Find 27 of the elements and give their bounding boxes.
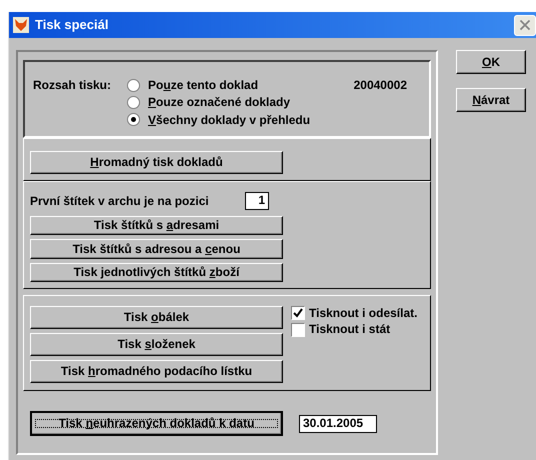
radio-label[interactable]: Pouze označené doklady	[148, 95, 290, 110]
label-print-button[interactable]: Tisk štítků s adresou a cenou	[30, 239, 283, 259]
label-print-button[interactable]: Tisk štítků s adresami	[30, 216, 283, 236]
radio-button[interactable]	[127, 96, 140, 110]
radio-label[interactable]: Všechny doklady v přehledu	[148, 112, 310, 128]
checkbox-label[interactable]: Tisknout i stát	[309, 322, 390, 337]
dialog-button[interactable]: Návrat	[456, 88, 526, 112]
radio-label[interactable]: Pouze tento doklad	[148, 78, 258, 92]
close-icon[interactable]	[514, 14, 536, 36]
position-label: První štítek v archu je na pozici	[30, 194, 210, 208]
label-print-button[interactable]: Tisk jednotlivých štítků zboží	[30, 262, 283, 282]
print-button[interactable]: Tisk obálek	[30, 306, 283, 329]
window-title: Tisk speciál	[35, 17, 108, 33]
document-number: 20040002	[354, 78, 407, 92]
radio-button[interactable]	[127, 78, 140, 92]
checkbox[interactable]	[291, 322, 305, 337]
checkbox[interactable]	[291, 306, 305, 320]
date-field[interactable]: 30.01.2005	[299, 414, 377, 432]
checkbox-label[interactable]: Tisknout i odesílat.	[309, 306, 418, 320]
print-button[interactable]: Tisk složenek	[30, 333, 283, 356]
range-label: Rozsah tisku:	[33, 78, 112, 94]
dialog-button[interactable]: OK	[456, 50, 526, 74]
print-button[interactable]: Tisk hromadného podacího lístku	[30, 360, 283, 383]
app-icon	[13, 17, 29, 33]
position-field[interactable]: 1	[245, 192, 269, 210]
bulk-print-button[interactable]: Hromadný tisk dokladů	[30, 151, 283, 174]
radio-button[interactable]	[127, 113, 140, 126]
